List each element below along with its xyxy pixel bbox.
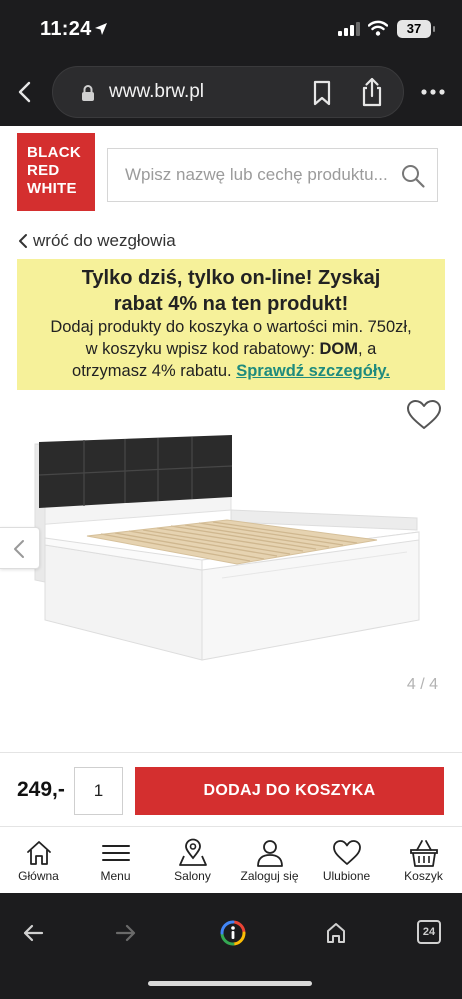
- home-icon[interactable]: [326, 922, 346, 944]
- more-options-icon[interactable]: [420, 88, 446, 96]
- arrow-left-icon[interactable]: [22, 923, 44, 943]
- tabs-count-button[interactable]: 24: [417, 920, 441, 944]
- user-icon: [256, 840, 283, 867]
- wifi-icon: [368, 20, 388, 36]
- promo-title: Tylko dziś, tylko on-line! Zyskaj rabat …: [81, 267, 381, 315]
- promo-details-link[interactable]: Sprawdź szczegóły.: [236, 362, 390, 380]
- bottom-navigation: Główna Menu Salony Zaloguj się Ulubione: [0, 830, 462, 892]
- search-box: [107, 148, 438, 202]
- nav-item-login[interactable]: Zaloguj się: [231, 830, 308, 892]
- nav-label: Salony: [174, 869, 211, 883]
- nav-label: Koszyk: [404, 869, 443, 883]
- browser-back-icon[interactable]: [14, 80, 36, 104]
- gallery-prev-button[interactable]: [0, 527, 40, 569]
- signal-icon: [338, 22, 360, 36]
- url-text: www.brw.pl: [109, 81, 205, 102]
- heart-icon: [332, 840, 361, 865]
- back-link-label: wróć do wezgłowia: [33, 231, 176, 250]
- promo-body: Dodaj produkty do koszyka o wartości min…: [17, 316, 445, 382]
- menu-icon: [101, 845, 130, 861]
- brand-logo[interactable]: BLACK RED WHITE: [17, 133, 95, 211]
- nav-item-menu[interactable]: Menu: [77, 830, 154, 892]
- promo-code: DOM: [319, 340, 358, 358]
- battery-indicator: 37: [397, 20, 435, 38]
- search-input[interactable]: [108, 149, 393, 201]
- browser-toolbar: www.brw.pl: [0, 60, 462, 126]
- system-navigation-bar: 24: [0, 893, 462, 999]
- basket-icon: [409, 840, 438, 867]
- heart-icon[interactable]: [406, 399, 442, 431]
- nav-item-cart[interactable]: Koszyk: [385, 830, 462, 892]
- add-to-cart-button[interactable]: DODAJ DO KOSZYKA: [135, 767, 444, 815]
- nav-label: Ulubione: [322, 869, 371, 883]
- home-icon: [26, 841, 51, 865]
- nav-item-favorites[interactable]: Ulubione: [308, 830, 385, 892]
- location-arrow-icon: [95, 23, 107, 35]
- quantity-input[interactable]: [74, 767, 123, 815]
- lock-icon: [82, 85, 94, 101]
- back-to-category-link[interactable]: wróć do wezgłowia: [17, 230, 176, 252]
- nav-label: Zaloguj się: [240, 869, 299, 883]
- nav-item-home[interactable]: Główna: [0, 830, 77, 892]
- promo-banner: Tylko dziś, tylko on-line! Zyskaj rabat …: [17, 259, 445, 390]
- share-icon[interactable]: [359, 77, 385, 107]
- chevron-left-icon: [19, 234, 27, 248]
- product-price: 249,-: [17, 778, 65, 801]
- status-time: 11:24: [40, 18, 92, 40]
- divider: [0, 752, 462, 753]
- nav-label: Menu: [100, 869, 131, 883]
- logo-line: BLACK: [27, 144, 81, 161]
- logo-line: RED: [27, 162, 60, 179]
- home-indicator[interactable]: [148, 981, 312, 986]
- logo-line: WHITE: [27, 180, 77, 197]
- search-icon[interactable]: [400, 163, 426, 189]
- address-bar[interactable]: www.brw.pl: [52, 66, 404, 118]
- arrow-right-icon[interactable]: [115, 923, 137, 943]
- nav-item-stores[interactable]: Salony: [154, 830, 231, 892]
- chevron-left-icon: [14, 540, 24, 558]
- bookmark-icon[interactable]: [311, 80, 333, 106]
- nav-label: Główna: [18, 869, 59, 883]
- gallery-counter: 4 / 4: [406, 676, 438, 693]
- status-bar: 11:24 37: [0, 0, 462, 60]
- location-icon: [178, 838, 207, 866]
- product-image: [34, 435, 420, 661]
- assistant-icon[interactable]: [219, 919, 247, 947]
- divider: [0, 826, 462, 827]
